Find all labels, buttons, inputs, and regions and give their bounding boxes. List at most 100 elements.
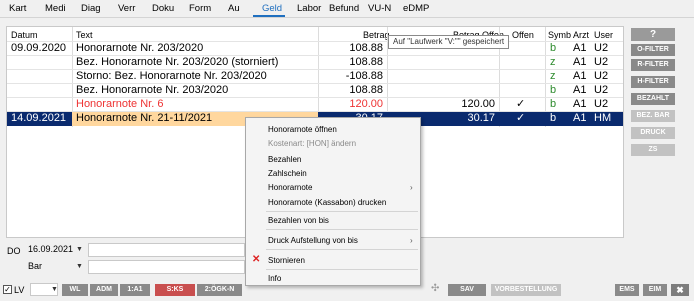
do-label: DO: [7, 246, 21, 256]
menu-item-open[interactable]: Honorarnote öffnen: [268, 125, 337, 134]
submenu-arrow-icon: ›: [410, 236, 413, 245]
table-row[interactable]: Bez. Honorarnote Nr. 203/2020 (storniert…: [7, 56, 623, 69]
o-filter-button[interactable]: O-FILTER: [631, 44, 675, 56]
cell-user: U2: [594, 42, 609, 54]
cell-text: Honorarnote Nr. 6: [76, 98, 164, 110]
tab-kart[interactable]: Kart: [9, 3, 26, 14]
cell-datum: 14.09.2021: [11, 112, 67, 124]
tab-befund[interactable]: Befund: [329, 3, 359, 14]
table-row[interactable]: 09.09.2020 Honorarnote Nr. 203/2020 108.…: [7, 42, 623, 55]
tooltip: Auf "Laufwerk "V:"" gespeichert: [388, 35, 510, 49]
header-text[interactable]: Text: [76, 30, 93, 40]
eim-button[interactable]: EIM: [643, 284, 667, 296]
tab-verr[interactable]: Verr: [118, 3, 135, 14]
cell-arzt: A1: [573, 98, 587, 110]
tab-medi[interactable]: Medi: [45, 3, 66, 14]
header-datum[interactable]: Datum: [11, 30, 38, 40]
tab-doku[interactable]: Doku: [152, 3, 174, 14]
context-menu: Honorarnote öffnen Kostenart: [HON] ände…: [245, 117, 421, 286]
bez-bar-button[interactable]: BEZ. BAR: [631, 110, 675, 122]
tab-au[interactable]: Au: [228, 3, 240, 14]
header-symb[interactable]: Symb: [548, 30, 571, 40]
top-tab-bar: Kart Medi Diag Verr Doku Form Au Geld La…: [0, 0, 694, 18]
move-icon[interactable]: ✣: [431, 283, 439, 294]
cancel-x-icon: ✕: [252, 254, 261, 265]
table-row[interactable]: Storno: Bez. Honorarnote Nr. 203/2020 -1…: [7, 70, 623, 83]
checkmark-icon: ✓: [516, 112, 526, 124]
menu-item-stornieren[interactable]: Stornieren: [268, 256, 305, 265]
zs-button[interactable]: ZS: [631, 144, 675, 156]
h-filter-button[interactable]: H-FILTER: [631, 76, 675, 88]
tab-geld[interactable]: Geld: [262, 3, 282, 14]
cell-text: Bez. Honorarnote Nr. 203/2020: [76, 84, 229, 96]
cell-user: U2: [594, 70, 609, 82]
payment-value: Bar: [28, 261, 43, 271]
tab-form[interactable]: Form: [189, 3, 211, 14]
header-user[interactable]: User: [594, 30, 613, 40]
cell-betrag: 108.88: [349, 84, 383, 96]
table-row[interactable]: Bez. Honorarnote Nr. 203/2020 108.88 b A…: [7, 84, 623, 97]
cell-arzt: A1: [573, 42, 587, 54]
cell-text: Honorarnote Nr. 203/2020: [76, 42, 204, 54]
menu-item-druck-aufstellung[interactable]: Druck Aufstellung von bis: [268, 236, 358, 245]
cell-arzt: A1: [573, 70, 587, 82]
cell-betrag-offen: 120.00: [461, 98, 495, 110]
amount-field[interactable]: [88, 260, 245, 274]
bezahlt-button[interactable]: BEZAHLT: [631, 93, 675, 105]
header-betrag[interactable]: Betrag: [363, 30, 390, 40]
chevron-down-icon[interactable]: ▼: [76, 263, 83, 270]
menu-item-bezahlen[interactable]: Bezahlen: [268, 155, 301, 164]
note-field[interactable]: [88, 243, 245, 257]
cell-arzt: A1: [573, 112, 587, 124]
druck-button[interactable]: DRUCK: [631, 127, 675, 139]
submenu-arrow-icon: ›: [410, 183, 413, 192]
wl-button[interactable]: WL: [62, 284, 88, 296]
cell-betrag: -108.88: [345, 70, 383, 82]
active-tab-indicator: [253, 15, 285, 17]
tab-vu-n[interactable]: VU-N: [368, 3, 391, 14]
help-button[interactable]: ?: [631, 28, 675, 41]
menu-item-info[interactable]: Info: [268, 274, 281, 283]
lv-label: LV: [14, 285, 25, 295]
cell-user: U2: [594, 98, 609, 110]
cell-betrag: 108.88: [349, 42, 383, 54]
a1-button[interactable]: 1:A1: [120, 284, 150, 296]
menu-separator: [266, 249, 418, 250]
adm-button[interactable]: ADM: [90, 284, 118, 296]
cell-betrag: 108.88: [349, 56, 383, 68]
oegk-n-button[interactable]: 2:ÖGK-N: [197, 284, 242, 296]
menu-item-kostenart: Kostenart: [HON] ändern: [268, 139, 357, 148]
chevron-down-icon[interactable]: ▼: [76, 246, 83, 253]
cell-betrag-offen: 30.17: [467, 112, 495, 124]
header-offen[interactable]: Offen: [512, 30, 534, 40]
ks-button[interactable]: S:KS: [155, 284, 195, 296]
cell-symb: b: [550, 112, 557, 124]
close-icon[interactable]: ✖: [671, 284, 689, 296]
cell-user: U2: [594, 84, 609, 96]
r-filter-button[interactable]: R-FILTER: [631, 59, 675, 71]
menu-item-bezahlen-von-bis[interactable]: Bezahlen von bis: [268, 216, 329, 225]
menu-item-zahlschein[interactable]: Zahlschein: [268, 169, 307, 178]
date-value: 16.09.2021: [28, 244, 74, 254]
tab-diag[interactable]: Diag: [81, 3, 101, 14]
cell-symb: b: [550, 42, 557, 54]
menu-item-honorarnote[interactable]: Honorarnote: [268, 183, 312, 192]
menu-item-kassabon[interactable]: Honorarnote (Kassabon) drucken: [268, 198, 386, 207]
vorbestellung-button[interactable]: VORBESTELLUNG: [491, 284, 561, 296]
cell-text: Storno: Bez. Honorarnote Nr. 203/2020: [76, 70, 267, 82]
cell-symb: b: [550, 84, 557, 96]
tab-labor[interactable]: Labor: [297, 3, 321, 14]
header-arzt[interactable]: Arzt: [573, 30, 589, 40]
tab-edmp[interactable]: eDMP: [403, 3, 429, 14]
cell-arzt: A1: [573, 56, 587, 68]
cell-datum: 09.09.2020: [11, 42, 67, 54]
cell-symb: z: [550, 56, 556, 68]
menu-separator: [266, 229, 418, 230]
lv-checkbox[interactable]: ✓: [3, 285, 12, 294]
sav-button[interactable]: SAV: [448, 284, 486, 296]
table-row[interactable]: Honorarnote Nr. 6 120.00 120.00 ✓ b A1 U…: [7, 98, 623, 111]
ems-button[interactable]: EMS: [615, 284, 639, 296]
cell-text: Bez. Honorarnote Nr. 203/2020 (storniert…: [76, 56, 279, 68]
chevron-down-icon[interactable]: ▼: [51, 286, 58, 293]
menu-separator: [266, 211, 418, 212]
